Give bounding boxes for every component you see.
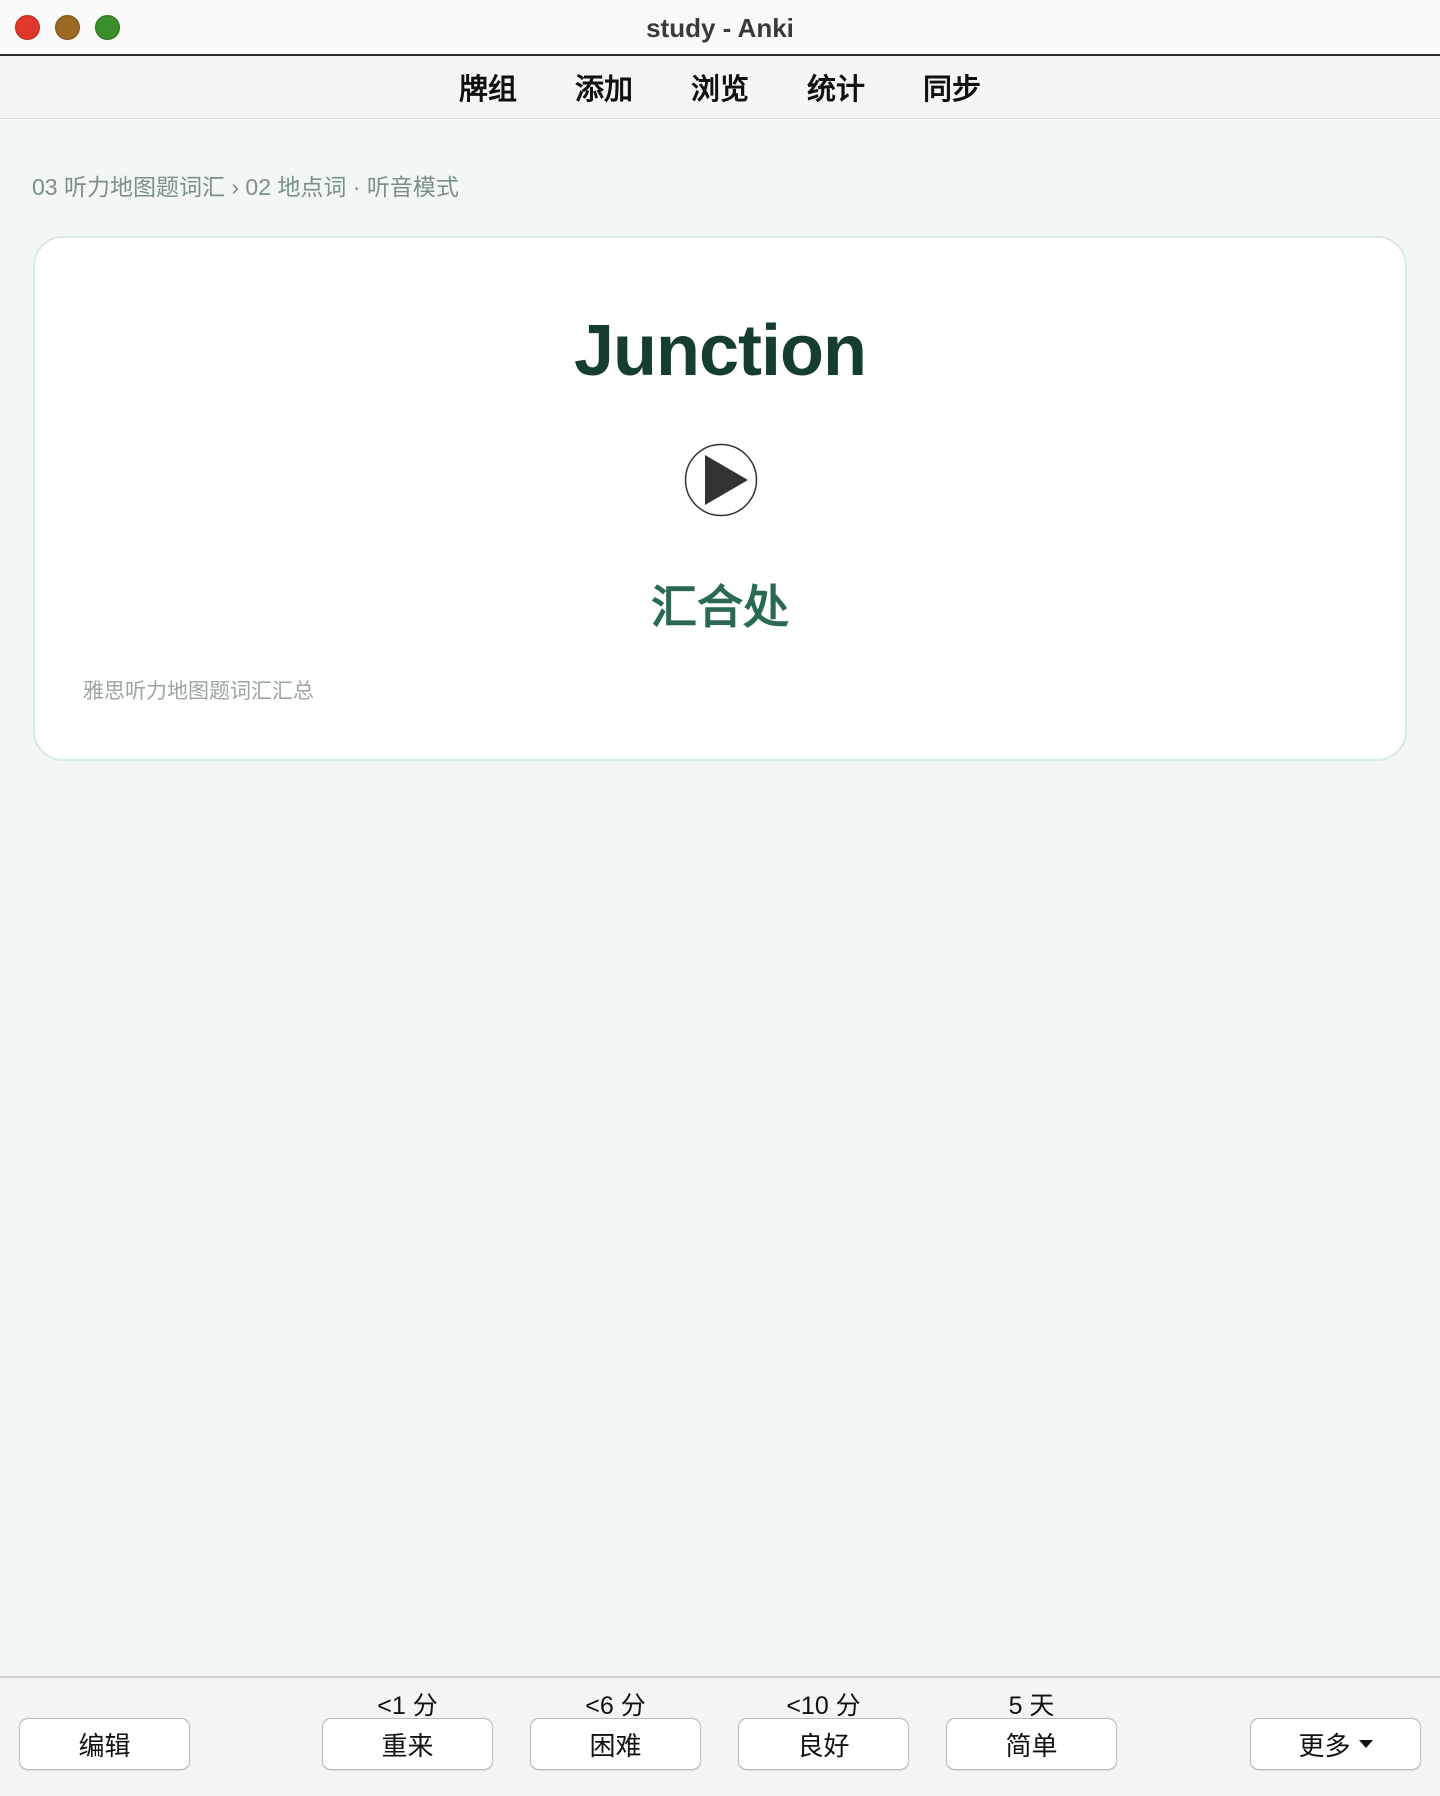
- hard-button[interactable]: 困难: [530, 1718, 701, 1770]
- toolbar-browse[interactable]: 浏览: [662, 66, 778, 108]
- answer-bar: 编辑 <1 分 重来 <6 分 困难 <10 分 良好 5 天 简单 更多: [0, 1676, 1440, 1796]
- hard-interval: <6 分: [585, 1692, 646, 1720]
- deck-breadcrumb: 03 听力地图题词汇 › 02 地点词 · 听音模式: [32, 174, 459, 200]
- good-button[interactable]: 良好: [738, 1718, 909, 1770]
- toolbar-add[interactable]: 添加: [546, 66, 662, 108]
- more-button[interactable]: 更多: [1250, 1718, 1421, 1770]
- edit-button[interactable]: 编辑: [19, 1718, 190, 1770]
- toolbar-decks[interactable]: 牌组: [430, 66, 546, 108]
- card-word: Junction: [574, 311, 867, 391]
- good-interval: <10 分: [786, 1692, 861, 1720]
- easy-button[interactable]: 简单: [946, 1718, 1117, 1770]
- flashcard: Junction 汇合处 雅思听力地图题词汇汇总: [33, 236, 1407, 761]
- review-area: 03 听力地图题词汇 › 02 地点词 · 听音模式 Junction 汇合处 …: [0, 120, 1440, 1676]
- card-meaning: 汇合处: [651, 581, 789, 633]
- more-label: 更多: [1298, 1731, 1351, 1762]
- play-circle-icon[interactable]: [684, 443, 758, 517]
- card-source: 雅思听力地图题词汇汇总: [83, 680, 314, 703]
- title-bar: study - Anki: [0, 0, 1440, 56]
- easy-interval: 5 天: [1008, 1692, 1055, 1720]
- chevron-down-icon: [1358, 1740, 1373, 1748]
- toolbar-sync[interactable]: 同步: [894, 66, 1010, 108]
- toolbar-stats[interactable]: 统计: [778, 66, 894, 108]
- again-button[interactable]: 重来: [322, 1718, 493, 1770]
- again-interval: <1 分: [377, 1692, 438, 1720]
- window-title: study - Anki: [646, 13, 794, 43]
- main-toolbar: 牌组 添加 浏览 统计 同步: [0, 56, 1440, 119]
